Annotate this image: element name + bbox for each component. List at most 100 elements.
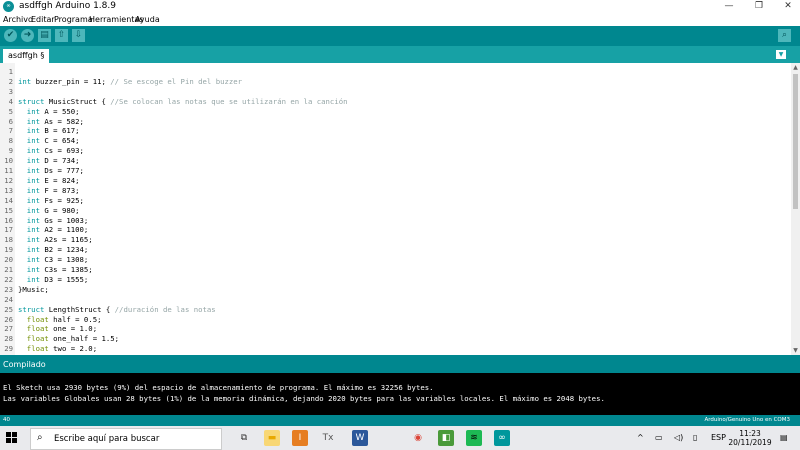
code-text: float two = 2.0; (26, 344, 98, 354)
line-number: 21 (4, 265, 13, 274)
tab-asdffgh[interactable]: asdffgh § (3, 49, 50, 63)
code-text: int A = 550; (26, 106, 80, 116)
status-message: Compilado (3, 360, 46, 369)
board-status-bar: 40 Arduino/Genuino Uno en COM3 (0, 415, 800, 426)
network-icon[interactable]: ▭ (655, 433, 663, 442)
windows-start-icon[interactable] (6, 432, 18, 444)
line-number: 14 (4, 195, 13, 205)
line-number: 6 (8, 116, 13, 126)
line-number: 24 (4, 294, 13, 304)
line-number: 17 (4, 225, 13, 235)
status-bar: Compilado (0, 355, 800, 373)
open-sketch-button[interactable]: ⇧ (55, 29, 68, 42)
code-text: }Music; (18, 284, 49, 294)
task-view-icon[interactable]: ⧉ (236, 430, 252, 446)
upload-button[interactable]: ➜ (21, 29, 34, 42)
code-text: int D3 = 1555; (26, 274, 89, 284)
window-title: asdffgh Arduino 1.8.9 (19, 1, 116, 11)
line-number: 10 (4, 156, 13, 166)
search-placeholder: Escribe aquí para buscar (54, 434, 160, 444)
language-indicator[interactable]: ESP (711, 433, 726, 442)
line-number: 7 (8, 126, 13, 136)
close-button[interactable]: ✕ (777, 0, 799, 13)
line-number: 18 (4, 235, 13, 245)
line-number: 28 (4, 334, 13, 344)
serial-monitor-button[interactable]: ⌕ (778, 29, 791, 42)
menu-programa[interactable]: Programa (54, 15, 93, 24)
code-text: int A2s = 1165; (26, 235, 93, 245)
code-editor[interactable]: 1 2 int buzzer_pin = 11; // Se escoge el P… (0, 63, 791, 355)
save-sketch-button[interactable]: ⇩ (72, 29, 85, 42)
cursor-line-number: 40 (3, 417, 10, 423)
code-text: int B = 617; (26, 126, 80, 136)
notifications-icon[interactable]: ▤ (780, 433, 788, 442)
line-number: 19 (4, 245, 13, 255)
code-text: int Gs = 1003; (26, 215, 89, 225)
code-text: float one = 1.0; (26, 324, 98, 334)
line-number: 12 (4, 175, 13, 185)
volume-icon[interactable]: ◁) (674, 433, 683, 442)
chrome-icon[interactable]: ◉ (410, 430, 426, 446)
line-number: 13 (4, 185, 13, 195)
battery-icon[interactable]: ▯ (693, 433, 697, 442)
taskbar-clock[interactable]: 11:23 20/11/2019 (728, 429, 772, 447)
tab-menu-button[interactable]: ▼ (776, 50, 786, 59)
title-bar: ∞ asdffgh Arduino 1.8.9 — ❐ ✕ (0, 0, 800, 13)
code-text: int C = 654; (26, 136, 80, 146)
menu-editar[interactable]: Editar (31, 15, 55, 24)
board-port-label: Arduino/Genuino Uno en COM3 (704, 417, 790, 423)
line-number: 11 (4, 166, 13, 175)
clock-date: 20/11/2019 (728, 438, 772, 447)
new-sketch-button[interactable]: ▤ (38, 29, 51, 42)
code-text: int D = 734; (26, 156, 80, 166)
line-number: 16 (4, 215, 13, 225)
output-console[interactable]: El Sketch usa 2930 bytes (9%) del espaci… (0, 373, 800, 415)
line-number: 23 (4, 284, 13, 294)
line-number: 1 (8, 67, 13, 76)
scroll-down-icon[interactable]: ▼ (791, 346, 800, 355)
search-icon: ⌕ (37, 432, 43, 443)
line-number: 26 (4, 314, 13, 324)
code-text: int As = 582; (26, 116, 84, 126)
line-number: 5 (8, 106, 13, 116)
line-number: 4 (8, 96, 13, 106)
maximize-button[interactable]: ❐ (748, 0, 770, 13)
line-number: 27 (4, 324, 13, 334)
arduino-logo-icon: ∞ (3, 1, 14, 12)
code-text: int A2 = 1100; (26, 225, 89, 235)
line-number: 25 (4, 304, 13, 314)
minimize-button[interactable]: — (718, 0, 740, 13)
tray-chevron-icon[interactable]: ^ (637, 433, 644, 442)
menu-ayuda[interactable]: Ayuda (135, 15, 160, 24)
scroll-up-icon[interactable]: ▲ (791, 63, 800, 72)
code-text: int Cs = 693; (26, 146, 84, 156)
word-icon[interactable]: W (352, 430, 368, 446)
app-orange-icon[interactable]: I (292, 430, 308, 446)
code-text: struct LengthStruct { //duración de las … (18, 304, 216, 314)
line-number: 15 (4, 205, 13, 215)
line-number: 29 (4, 344, 13, 354)
verify-button[interactable]: ✔ (4, 29, 17, 42)
app-green-icon[interactable]: ◧ (438, 430, 454, 446)
editor-scroll-thumb[interactable] (793, 74, 798, 209)
code-text: int Fs = 925; (26, 195, 84, 205)
windows-taskbar: ⌕ Escribe aquí para buscar ⧉ ▬ I Tx W ◉ ◧ ≋ ∞ ^ … (0, 426, 800, 450)
line-number: 20 (4, 255, 13, 265)
code-text: float one_half = 1.5; (26, 334, 120, 344)
arduino-icon[interactable]: ∞ (494, 430, 510, 446)
code-text: int F = 873; (26, 185, 80, 195)
clock-time: 11:23 (739, 429, 761, 438)
code-text: int B2 = 1234; (26, 245, 89, 255)
line-number: 3 (8, 86, 13, 96)
spotify-icon[interactable]: ≋ (466, 430, 482, 446)
console-line: El Sketch usa 2930 bytes (9%) del espaci… (3, 383, 434, 392)
code-text: int C3s = 1385; (26, 265, 93, 274)
file-explorer-icon[interactable]: ▬ (264, 430, 280, 446)
app-tx-icon[interactable]: Tx (320, 430, 336, 446)
code-text: struct MusicStruct { //Se colocan las no… (18, 96, 348, 106)
line-number: 2 (8, 76, 13, 86)
line-number: 22 (4, 274, 13, 284)
menu-archivo[interactable]: Archivo (3, 15, 33, 24)
toolbar: ✔ ➜ ▤ ⇧ ⇩ ⌕ (0, 26, 800, 46)
taskbar-search-box[interactable]: ⌕ Escribe aquí para buscar (30, 428, 222, 450)
